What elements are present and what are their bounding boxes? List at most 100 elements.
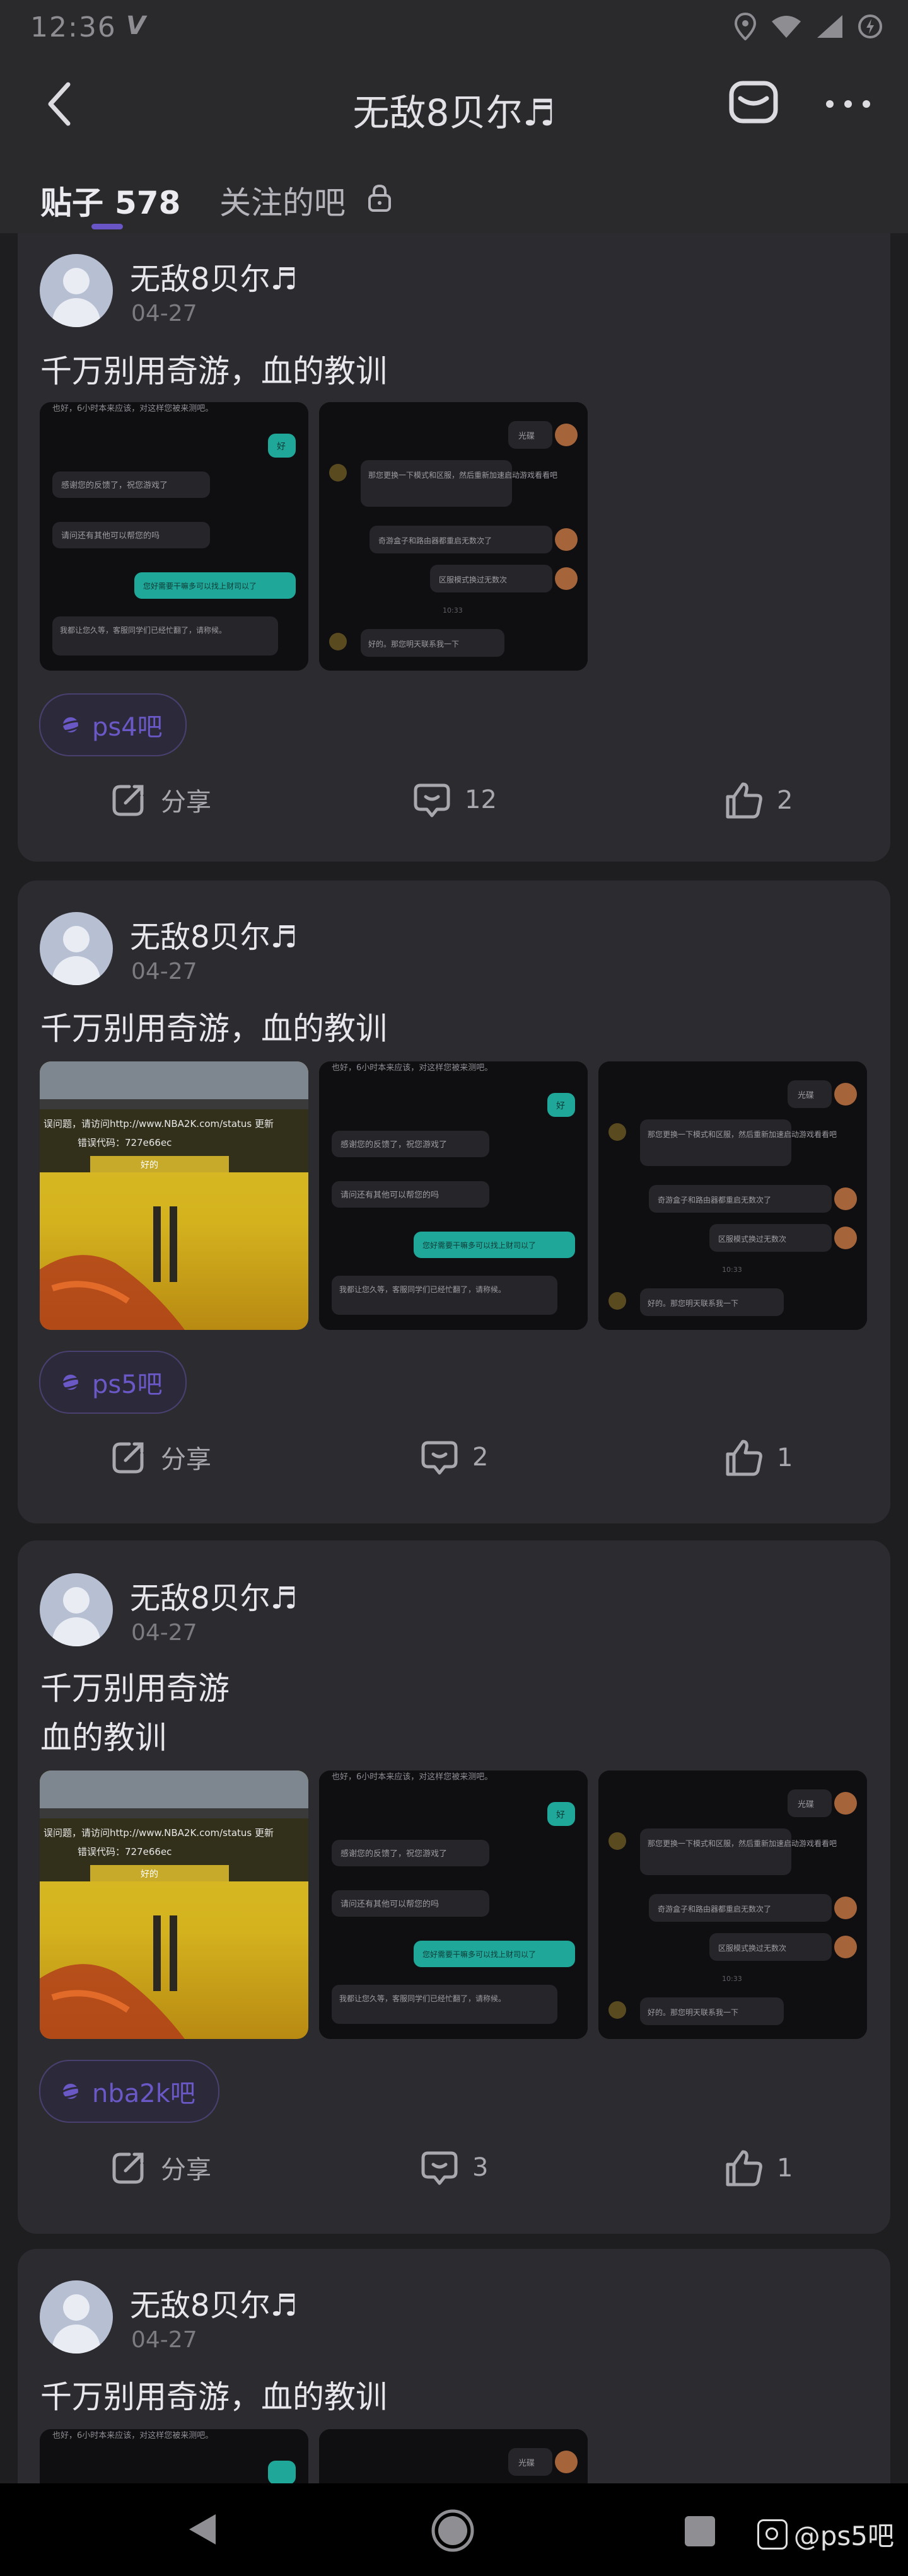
- message-button[interactable]: [725, 74, 782, 131]
- avatar[interactable]: [40, 2280, 113, 2354]
- share-button[interactable]: 分享: [109, 2148, 211, 2187]
- signal-icon: [817, 15, 842, 38]
- comment-icon: [421, 2151, 458, 2185]
- post-image[interactable]: 光碟 那您更换一下模式和区服，然后重新加速启动游戏看看吧 奇游盒子和路由器都重启…: [598, 1770, 867, 2039]
- app-bar: 无敌8贝尔♬: [0, 57, 908, 151]
- post-title[interactable]: 千万别用奇游，血的教训: [40, 2372, 387, 2422]
- chat-a-m1: 感谢您的反馈了，祝您游戏了: [340, 1849, 447, 1859]
- avatar[interactable]: [40, 254, 113, 327]
- chat-b-l2: 好的。那您明天联系我一下: [648, 2007, 738, 2017]
- share-button[interactable]: 分享: [109, 780, 211, 819]
- post-image[interactable]: 也好，6小时本来应该，对这样您被来测吧。 好 感谢您的反馈了，祝您游戏了 请问还…: [319, 1770, 588, 2039]
- avatar[interactable]: [40, 912, 113, 985]
- share-icon: [112, 2152, 144, 2184]
- share-label: 分享: [161, 2156, 211, 2185]
- like-count: 1: [777, 1443, 793, 1472]
- chat-a-m1: 感谢您的反馈了，祝您游戏了: [340, 1140, 447, 1150]
- error-line2: 错误代码：727e66ec: [78, 1846, 172, 1857]
- chat-a-m1: 感谢您的反馈了，祝您游戏了: [61, 480, 168, 490]
- comment-button[interactable]: 3: [419, 2148, 488, 2187]
- share-icon: [112, 785, 144, 816]
- tab-posts[interactable]: 贴子 578: [40, 178, 180, 223]
- post-image[interactable]: 光碟 那您更换一下模式和区服，然后重新加速启动游戏看看吧 奇游盒子和路由器都重启…: [319, 402, 588, 671]
- post-username[interactable]: 无敌8贝尔♬: [130, 2280, 298, 2325]
- post-image[interactable]: 光碟: [319, 2429, 588, 2483]
- chat-a-m2: 请问还有其他可以帮您的吗: [340, 1190, 439, 1200]
- chat-b-r1: 光碟: [798, 1800, 814, 1810]
- tab-followed-forums[interactable]: 关注的吧: [219, 178, 346, 223]
- tab-bar: 贴子 578 关注的吧: [0, 151, 908, 233]
- nav-home-icon[interactable]: [431, 2509, 475, 2553]
- post-username[interactable]: 无敌8贝尔♬: [130, 1573, 298, 1617]
- mail-icon: [729, 81, 778, 124]
- like-button[interactable]: 2: [724, 780, 793, 821]
- post-title[interactable]: 千万别用奇游 血的教训: [40, 1664, 230, 1762]
- post-username[interactable]: 无敌8贝尔♬: [130, 912, 298, 956]
- chat-a-top: 也好，6小时本来应该，对这样您被来测吧。: [52, 403, 213, 413]
- chat-a-m3: 我都让您久等，客服同学们已经忙翻了，请称候。: [339, 1994, 506, 2003]
- chat-b-r1: 光碟: [798, 1091, 814, 1100]
- chat-a-ok: 好: [277, 442, 286, 452]
- lock-icon: [368, 184, 391, 212]
- chat-a-m2: 请问还有其他可以帮您的吗: [340, 1899, 439, 1909]
- share-icon: [112, 1442, 144, 1474]
- post-image[interactable]: 光碟 那您更换一下模式和区服，然后重新加速启动游戏看看吧 奇游盒子和路由器都重启…: [598, 1061, 867, 1330]
- comment-button[interactable]: 2: [419, 1438, 488, 1477]
- comment-button[interactable]: 12: [412, 780, 497, 819]
- post-username[interactable]: 无敌8贝尔♬: [130, 254, 298, 298]
- chat-b-time: 10:33: [443, 606, 463, 615]
- chat-b-l1: 那您更换一下模式和区服，然后重新加速启动游戏看看吧: [648, 1839, 837, 1848]
- forum-tag-label: ps5吧: [92, 1370, 163, 1399]
- post-image[interactable]: 也好，6小时本来应该，对这样您被来测吧。: [40, 2429, 308, 2483]
- comment-icon: [414, 783, 450, 817]
- avatar[interactable]: [40, 1573, 113, 1646]
- thumbs-up-icon: [726, 1440, 762, 1476]
- tab-follow-label: 关注的吧: [219, 185, 346, 221]
- chat-a-teal2: 您好需要干嘛多可以找上财司以了: [422, 1240, 536, 1250]
- post-date: 04-27: [131, 959, 197, 985]
- chat-b-r3: 区服模式换过无数次: [439, 575, 507, 584]
- chat-a-top: 也好，6小时本来应该，对这样您被来测吧。: [52, 2430, 213, 2440]
- planet-icon: [58, 717, 83, 732]
- post-card[interactable]: 无敌8贝尔♬ 04-27 千万别用奇游，血的教训 也好，6小时本来应该，对这样您…: [18, 2249, 890, 2483]
- error-line1: 误问题，请访问http://www.NBA2K.com/status 更新: [44, 1827, 274, 1839]
- chat-b-l2: 好的。那您明天联系我一下: [648, 1298, 738, 1308]
- forum-tag[interactable]: ps4吧: [39, 693, 187, 756]
- post-card[interactable]: 无敌8贝尔♬ 04-27 千万别用奇游，血的教训 误问题，请访问http://w…: [18, 881, 890, 1523]
- post-card[interactable]: 无敌8贝尔♬ 04-27 千万别用奇游，血的教训 也好，6小时本来应该，对这样您…: [18, 233, 890, 862]
- share-button[interactable]: 分享: [109, 1438, 211, 1477]
- nav-back-icon[interactable]: [184, 2512, 222, 2547]
- chat-a-top: 也好，6小时本来应该，对这样您被来测吧。: [332, 1772, 492, 1782]
- error-button: 好的: [141, 1160, 158, 1170]
- chat-b-r3: 区服模式换过无数次: [718, 1943, 786, 1953]
- like-count: 1: [777, 2154, 793, 2183]
- forum-tag[interactable]: ps5吧: [39, 1351, 187, 1414]
- status-time: 12:36: [30, 11, 117, 43]
- chat-a-ok: 好: [556, 1810, 565, 1820]
- forum-tag[interactable]: nba2k吧: [39, 2060, 219, 2123]
- post-card[interactable]: 无敌8贝尔♬ 04-27 千万别用奇游 血的教训 误问题，请访问http://w…: [18, 1540, 890, 2234]
- nav-recents-icon[interactable]: [685, 2516, 715, 2546]
- chat-a-m2: 请问还有其他可以帮您的吗: [61, 531, 160, 541]
- like-button[interactable]: 1: [724, 1438, 793, 1478]
- more-icon: [826, 100, 870, 108]
- chat-a-teal2: 您好需要干嘛多可以找上财司以了: [422, 1949, 536, 1959]
- post-image[interactable]: 误问题，请访问http://www.NBA2K.com/status 更新 错误…: [40, 1770, 308, 2039]
- chat-b-r3: 区服模式换过无数次: [718, 1234, 786, 1244]
- chat-b-r2: 奇游盒子和路由器都重启无数次了: [658, 1195, 771, 1204]
- chat-b-r2: 奇游盒子和路由器都重启无数次了: [658, 1904, 771, 1914]
- error-line1: 误问题，请访问http://www.NBA2K.com/status 更新: [44, 1118, 274, 1129]
- post-image[interactable]: 也好，6小时本来应该，对这样您被来测吧。 好 感谢您的反馈了，祝您游戏了 请问还…: [319, 1061, 588, 1330]
- watermark: @ps5吧: [757, 2515, 894, 2553]
- battery-icon: [858, 14, 882, 38]
- post-image[interactable]: 误问题，请访问http://www.NBA2K.com/status 更新 错误…: [40, 1061, 308, 1330]
- like-button[interactable]: 1: [724, 2148, 793, 2188]
- comment-icon: [421, 1441, 458, 1475]
- chat-a-top: 也好，6小时本来应该，对这样您被来测吧。: [332, 1063, 492, 1073]
- more-button[interactable]: [820, 82, 876, 126]
- post-title[interactable]: 千万别用奇游，血的教训: [40, 347, 387, 396]
- post-image[interactable]: 也好，6小时本来应该，对这样您被来测吧。 好 感谢您的反馈了，祝您游戏了 请问还…: [40, 402, 308, 671]
- share-label: 分享: [161, 1445, 211, 1474]
- post-title[interactable]: 千万别用奇游，血的教训: [40, 1004, 387, 1053]
- thumbs-up-icon: [726, 2150, 762, 2186]
